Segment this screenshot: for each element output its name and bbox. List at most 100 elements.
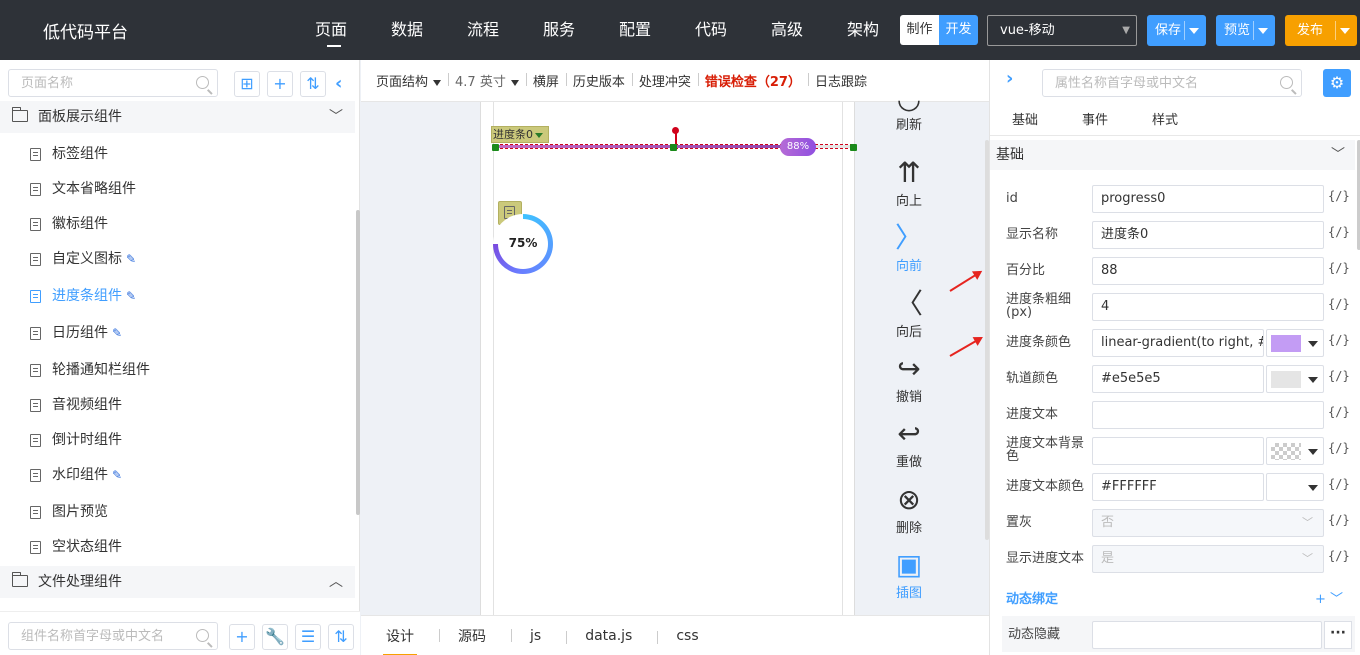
color-picker[interactable] xyxy=(1266,437,1324,465)
code-binding-icon[interactable]: {/} xyxy=(1328,297,1350,311)
landscape-button[interactable]: 横屏 xyxy=(533,71,567,90)
tab-source[interactable]: 源码 xyxy=(458,626,512,646)
caret-down-icon[interactable] xyxy=(535,132,543,138)
display-name-field[interactable]: 进度条0 xyxy=(1092,221,1324,249)
code-binding-icon[interactable]: {/} xyxy=(1328,189,1350,203)
code-binding-icon[interactable]: {/} xyxy=(1328,225,1350,239)
undo-button[interactable]: ↪ 撤销 xyxy=(868,352,950,405)
tab-data-js[interactable]: data.js xyxy=(585,628,659,644)
text-color-field[interactable]: #FFFFFF xyxy=(1092,473,1264,501)
nav-code[interactable]: 代码 xyxy=(695,0,771,60)
mode-dev-button[interactable]: 开发 xyxy=(939,15,978,45)
more-button[interactable]: ··· xyxy=(1324,621,1352,649)
search-icon[interactable] xyxy=(196,76,209,89)
list-item[interactable]: 文本省略组件 xyxy=(30,177,136,201)
tab-design[interactable]: 设计 xyxy=(383,626,440,655)
save-button[interactable]: 保存 xyxy=(1147,15,1206,46)
sort-button[interactable]: ⇅ xyxy=(300,71,326,97)
preview-button[interactable]: 预览 xyxy=(1216,15,1275,46)
caret-down-icon[interactable] xyxy=(1189,28,1199,34)
device-size-dropdown[interactable]: 4.7 英寸 xyxy=(455,71,527,90)
list-item[interactable]: 轮播通知栏组件 xyxy=(30,358,150,382)
list-order-button[interactable]: ☰ xyxy=(295,624,321,650)
list-item[interactable]: 徽标组件 xyxy=(30,212,108,236)
list-item[interactable]: 图片预览 xyxy=(30,500,108,524)
back-button[interactable]: 〈向后 xyxy=(868,287,950,340)
percent-field[interactable]: 88 xyxy=(1092,257,1324,285)
code-binding-icon[interactable]: {/} xyxy=(1328,369,1350,383)
list-item[interactable]: 自定义图标 ✎ xyxy=(30,247,136,271)
history-button[interactable]: 历史版本 xyxy=(573,71,633,90)
resize-handle-right[interactable] xyxy=(850,144,857,151)
resize-handle-center[interactable] xyxy=(670,144,677,151)
settings-button[interactable]: ⚙ xyxy=(1323,69,1351,97)
circle-progress[interactable]: 75% xyxy=(493,214,553,274)
color-picker[interactable] xyxy=(1266,365,1324,393)
page-search-input[interactable] xyxy=(9,70,217,96)
code-binding-icon[interactable]: {/} xyxy=(1328,441,1350,455)
dynamic-hide-field[interactable] xyxy=(1092,621,1322,649)
selected-component-tag[interactable]: 进度条0 xyxy=(491,126,549,143)
sort-button[interactable]: ⇅ xyxy=(328,624,354,650)
list-item-active[interactable]: 进度条组件 ✎ xyxy=(30,284,136,308)
pencil-icon[interactable]: ✎ xyxy=(126,284,136,308)
code-binding-icon[interactable]: {/} xyxy=(1328,513,1350,527)
nav-flow[interactable]: 流程 xyxy=(467,0,543,60)
pencil-icon[interactable]: ✎ xyxy=(126,247,136,271)
list-item[interactable]: 日历组件 ✎ xyxy=(30,321,122,345)
code-binding-icon[interactable]: {/} xyxy=(1328,405,1350,419)
progress-text-field[interactable] xyxy=(1092,401,1324,429)
section-basic[interactable]: 基础 ﹀ xyxy=(990,140,1355,170)
tab-js[interactable]: js xyxy=(530,628,568,644)
track-color-field[interactable]: #e5e5e5 xyxy=(1092,365,1264,393)
dynamic-binding-header[interactable]: 动态绑定 + ﹀ xyxy=(1006,588,1351,608)
tab-styles[interactable]: 样式 xyxy=(1130,106,1200,135)
error-check-button[interactable]: 错误检查（27） xyxy=(705,71,810,90)
id-field[interactable]: progress0 xyxy=(1092,185,1324,213)
redo-button[interactable]: ↩ 重做 xyxy=(868,417,950,470)
pencil-icon[interactable]: ✎ xyxy=(112,321,122,345)
add-binding-icon[interactable]: + ﹀ xyxy=(1315,588,1343,607)
text-bg-color-field[interactable] xyxy=(1092,437,1264,465)
nav-page[interactable]: 页面 xyxy=(315,0,391,60)
show-text-select[interactable]: 是 ﹀ xyxy=(1092,545,1324,573)
code-binding-icon[interactable]: {/} xyxy=(1328,261,1350,275)
page-structure-dropdown[interactable]: 页面结构 xyxy=(376,71,450,90)
list-item[interactable]: 倒计时组件 xyxy=(30,428,122,452)
refresh-button[interactable]: ◡ 刷新 xyxy=(868,92,950,133)
pencil-icon[interactable]: ✎ xyxy=(112,463,122,487)
disabled-select[interactable]: 否 ﹀ xyxy=(1092,509,1324,537)
add-folder-button[interactable]: ⊞ xyxy=(234,71,260,97)
mode-make-button[interactable]: 制作 xyxy=(900,15,939,45)
color-picker[interactable] xyxy=(1266,473,1324,501)
group-display-components[interactable]: 面板展示组件 ﹀ xyxy=(0,101,355,133)
color-picker[interactable] xyxy=(1266,329,1324,357)
add-button[interactable]: + xyxy=(267,71,293,97)
tab-css[interactable]: css xyxy=(676,628,724,644)
add-component-button[interactable]: + xyxy=(229,624,255,650)
search-icon[interactable] xyxy=(1280,76,1293,89)
tab-basic[interactable]: 基础 xyxy=(990,106,1060,135)
tab-events[interactable]: 事件 xyxy=(1060,106,1130,135)
code-binding-icon[interactable]: {/} xyxy=(1328,333,1350,347)
list-item[interactable]: 标签组件 xyxy=(30,142,108,166)
publish-button[interactable]: 发布 xyxy=(1285,15,1357,46)
group-file-components[interactable]: 文件处理组件 ︿ xyxy=(0,566,355,598)
property-search-input[interactable] xyxy=(1043,70,1301,96)
resize-handle-left[interactable] xyxy=(492,144,499,151)
nav-data[interactable]: 数据 xyxy=(391,0,467,60)
list-item[interactable]: 空状态组件 xyxy=(30,535,122,559)
caret-down-icon[interactable] xyxy=(1340,28,1350,34)
stroke-width-field[interactable]: 4 xyxy=(1092,293,1324,321)
caret-down-icon[interactable] xyxy=(1258,28,1268,34)
component-search-input[interactable] xyxy=(9,623,217,649)
bar-color-field[interactable]: linear-gradient(to right, # xyxy=(1092,329,1264,357)
delete-button[interactable]: ⊗ 删除 xyxy=(868,483,950,536)
conflict-button[interactable]: 处理冲突 xyxy=(639,71,699,90)
collapse-panel-icon[interactable]: ‹ xyxy=(335,73,342,94)
nav-advanced[interactable]: 高级 xyxy=(771,0,847,60)
list-item[interactable]: 水印组件 ✎ xyxy=(30,463,122,487)
move-up-button[interactable]: ⇈ 向上 xyxy=(868,156,950,209)
list-item[interactable]: 音视频组件 xyxy=(30,393,122,417)
code-binding-icon[interactable]: {/} xyxy=(1328,549,1350,563)
